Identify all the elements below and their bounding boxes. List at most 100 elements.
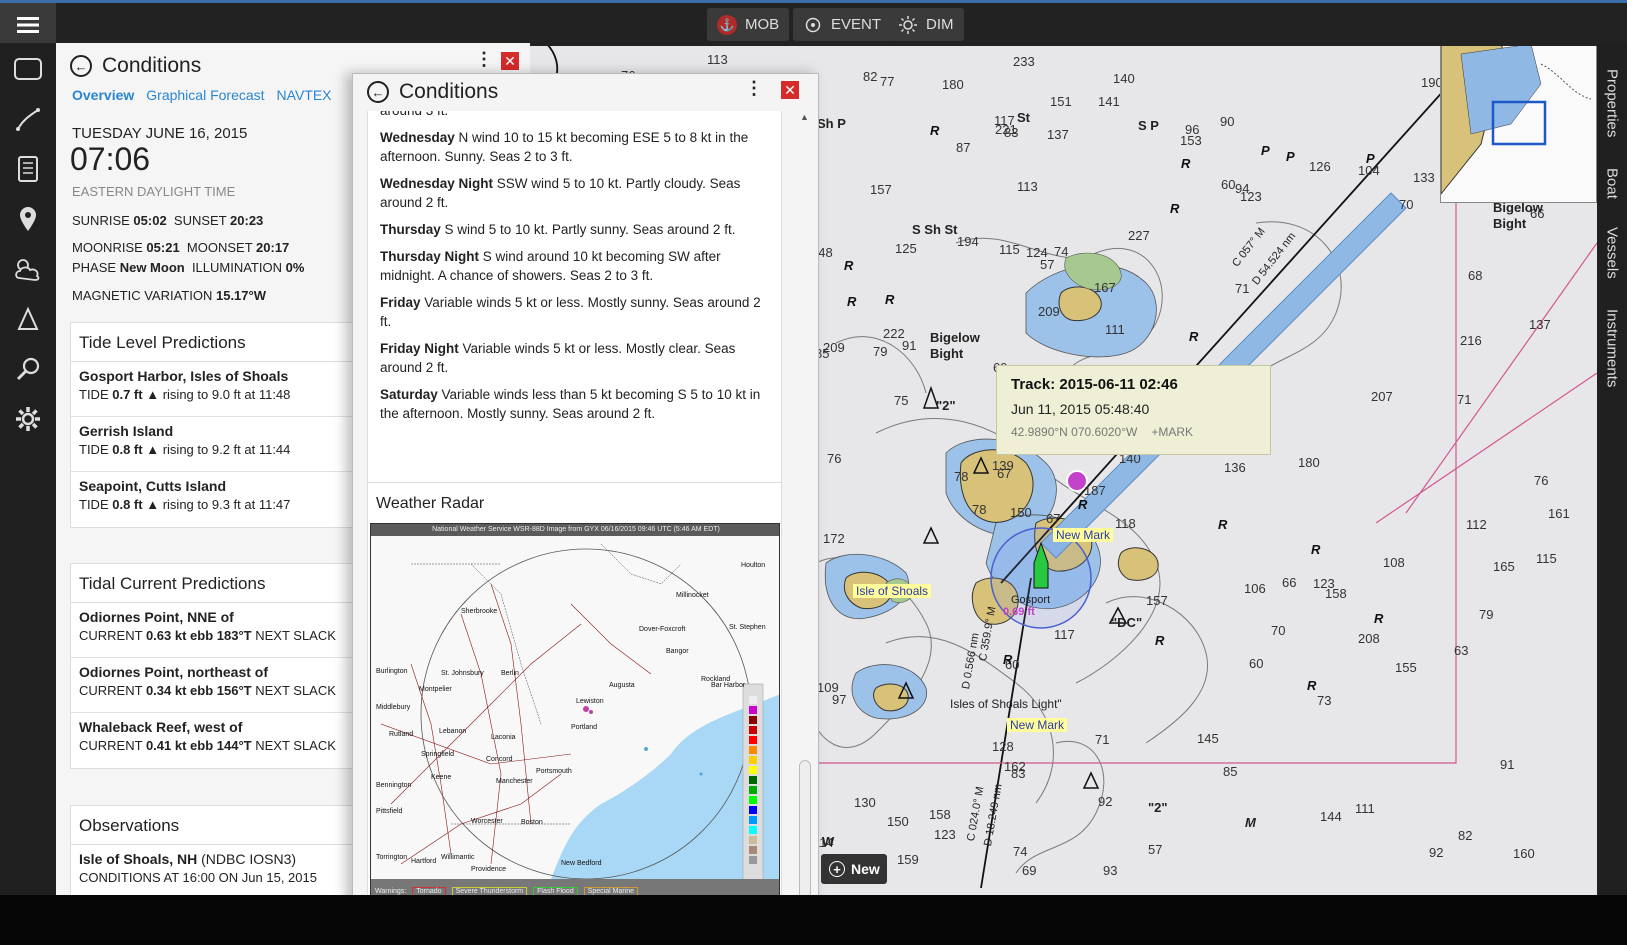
location-pin-icon[interactable] [10, 201, 46, 237]
scrollbar-thumb[interactable] [799, 760, 811, 900]
rock-mark: R [1218, 517, 1228, 532]
mob-button[interactable]: ⚓ MOB [707, 8, 790, 41]
window-icon[interactable] [10, 51, 46, 87]
depth-sounding: 85 [1223, 764, 1237, 779]
depth-sounding: 66 [1282, 575, 1296, 590]
search-icon[interactable] [10, 351, 46, 387]
depth-sounding: 63 [1454, 643, 1468, 658]
overview-inset-map[interactable] [1440, 43, 1597, 203]
radar-image[interactable]: National Weather Service WSR-88D Image f… [370, 523, 780, 903]
pebble-mark: P [1286, 149, 1295, 164]
forecast-item: Wednesday Night SSW wind 5 to 10 kt. Par… [380, 174, 769, 212]
radar-place-label: Augusta [609, 682, 635, 689]
map-label-buoy-2a: "2" [936, 398, 956, 413]
depth-sounding: 115 [999, 242, 1020, 257]
depth-sounding: 145 [1197, 731, 1219, 746]
close-icon[interactable]: ✕ [501, 52, 519, 70]
tab-instruments[interactable]: Instruments [1597, 293, 1627, 403]
tab-vessels[interactable]: Vessels [1597, 213, 1627, 293]
magvar-label: MAGNETIC VARIATION [72, 288, 213, 303]
radar-place-label: Springfield [421, 751, 455, 758]
radar-map-graphics [371, 543, 779, 902]
gear-icon[interactable] [10, 401, 46, 437]
tab-navtex[interactable]: NAVTEX [277, 87, 332, 103]
mob-icon: ⚓ [717, 14, 737, 35]
tide-prefix: TIDE [79, 387, 109, 402]
depth-sounding: 108 [1383, 555, 1405, 570]
weather-icon[interactable] [10, 251, 46, 287]
more-options-icon[interactable]: ⋮ [745, 78, 763, 99]
tide-rest: rising to 9.2 ft at 11:44 [162, 442, 291, 457]
radar-place-label: Bennington [376, 782, 412, 789]
pebble-mark: P [1261, 143, 1270, 158]
event-label: EVENT [831, 16, 882, 33]
scroll-up-icon[interactable]: ▲ [800, 112, 809, 122]
back-arrow-icon[interactable]: ← [367, 81, 389, 103]
close-icon[interactable]: ✕ [781, 81, 799, 99]
depth-sounding: 136 [1224, 460, 1246, 475]
depth-sounding: 209 [823, 340, 845, 355]
menu-icon[interactable] [0, 3, 56, 46]
conditions-panel-forecast: ← Conditions ⋮ ✕ around 3 ft. Wednesday … [352, 73, 819, 922]
depth-sounding: 137 [1047, 127, 1069, 142]
depth-sounding: 130 [854, 795, 876, 810]
right-tab-rail: Properties Boat Vessels Instruments [1597, 43, 1627, 895]
depth-sounding: 187 [1084, 483, 1106, 498]
depth-sounding: 82 [863, 69, 877, 84]
map-label-new-mark-1[interactable]: New Mark [1053, 528, 1114, 542]
depth-sounding: 79 [1479, 607, 1493, 622]
track-mark-link[interactable]: +MARK [1151, 425, 1193, 439]
illum-label: ILLUMINATION [191, 260, 282, 275]
depth-sounding: 115 [1536, 551, 1557, 566]
date-label: TUESDAY JUNE 16, 2015 [72, 125, 248, 142]
radar-title: Weather Radar [376, 495, 485, 512]
back-arrow-icon[interactable]: ← [70, 55, 92, 77]
dim-button[interactable]: DIM [888, 8, 964, 41]
map-label-new-mark-2[interactable]: New Mark [1007, 718, 1068, 732]
tide-triangle-icon[interactable] [10, 301, 46, 337]
depth-sounding: 74 [1013, 844, 1027, 859]
tide-rest: rising to 9.0 ft at 11:48 [162, 387, 291, 402]
track-info-popup[interactable]: Track: 2015-06-11 02:46 Jun 11, 2015 05:… [996, 365, 1271, 455]
new-button[interactable]: + New [821, 854, 887, 884]
depth-sounding: 155 [1395, 660, 1417, 675]
tab-boat[interactable]: Boat [1597, 153, 1627, 213]
forecast-item: Friday Night Variable winds 5 kt or less… [380, 339, 769, 377]
tab-properties[interactable]: Properties [1597, 53, 1627, 153]
logbook-icon[interactable] [10, 151, 46, 187]
tab-overview[interactable]: Overview [72, 87, 134, 103]
current-rest: NEXT SLACK [255, 738, 336, 753]
event-button[interactable]: EVENT [793, 8, 892, 41]
route-icon[interactable] [10, 101, 46, 137]
radar-place-label: Dover-Foxcroft [639, 626, 686, 633]
sunset-value: 20:23 [230, 213, 264, 228]
depth-sounding: 111 [1105, 322, 1125, 337]
magvar-row: MAGNETIC VARIATION 15.17°W [72, 288, 266, 303]
rock-mark: R [1155, 633, 1165, 648]
more-options-icon[interactable]: ⋮ [475, 49, 493, 70]
left-nav-rail [0, 43, 56, 895]
rock-mark: R [1307, 678, 1317, 693]
map-label-ssst: S Sh St [912, 222, 958, 237]
depth-sounding: 113 [707, 52, 728, 67]
current-rest: NEXT SLACK [255, 683, 336, 698]
pebble-mark: P [1366, 151, 1375, 166]
radar-place-label: Sherbrooke [461, 608, 498, 615]
depth-sounding: 161 [1548, 506, 1570, 521]
forecast-item: Friday Variable winds 5 kt or less. Most… [380, 293, 769, 331]
legend-warnings: Warnings: [375, 887, 407, 895]
depth-sounding: 92 [1429, 845, 1443, 860]
depth-sounding: 165 [1493, 559, 1515, 574]
panel2-scrollbar[interactable]: ▲ ▼ [798, 112, 812, 917]
depth-sounding: 180 [942, 77, 964, 92]
tab-graphical-forecast[interactable]: Graphical Forecast [146, 87, 264, 103]
depth-sounding: 70 [1399, 197, 1413, 212]
depth-sounding: 57 [1040, 257, 1054, 272]
depth-sounding: 153 [1180, 133, 1202, 148]
forecast-day: Thursday [380, 222, 441, 237]
track-title: Track: 2015-06-11 02:46 [1011, 376, 1178, 393]
depth-sounding: 76 [1534, 473, 1548, 488]
map-label-gosport: Gosport [1011, 594, 1051, 606]
map-label-buoy-2b: "2" [1148, 800, 1168, 815]
radar-place-label: Lewiston [576, 698, 604, 705]
